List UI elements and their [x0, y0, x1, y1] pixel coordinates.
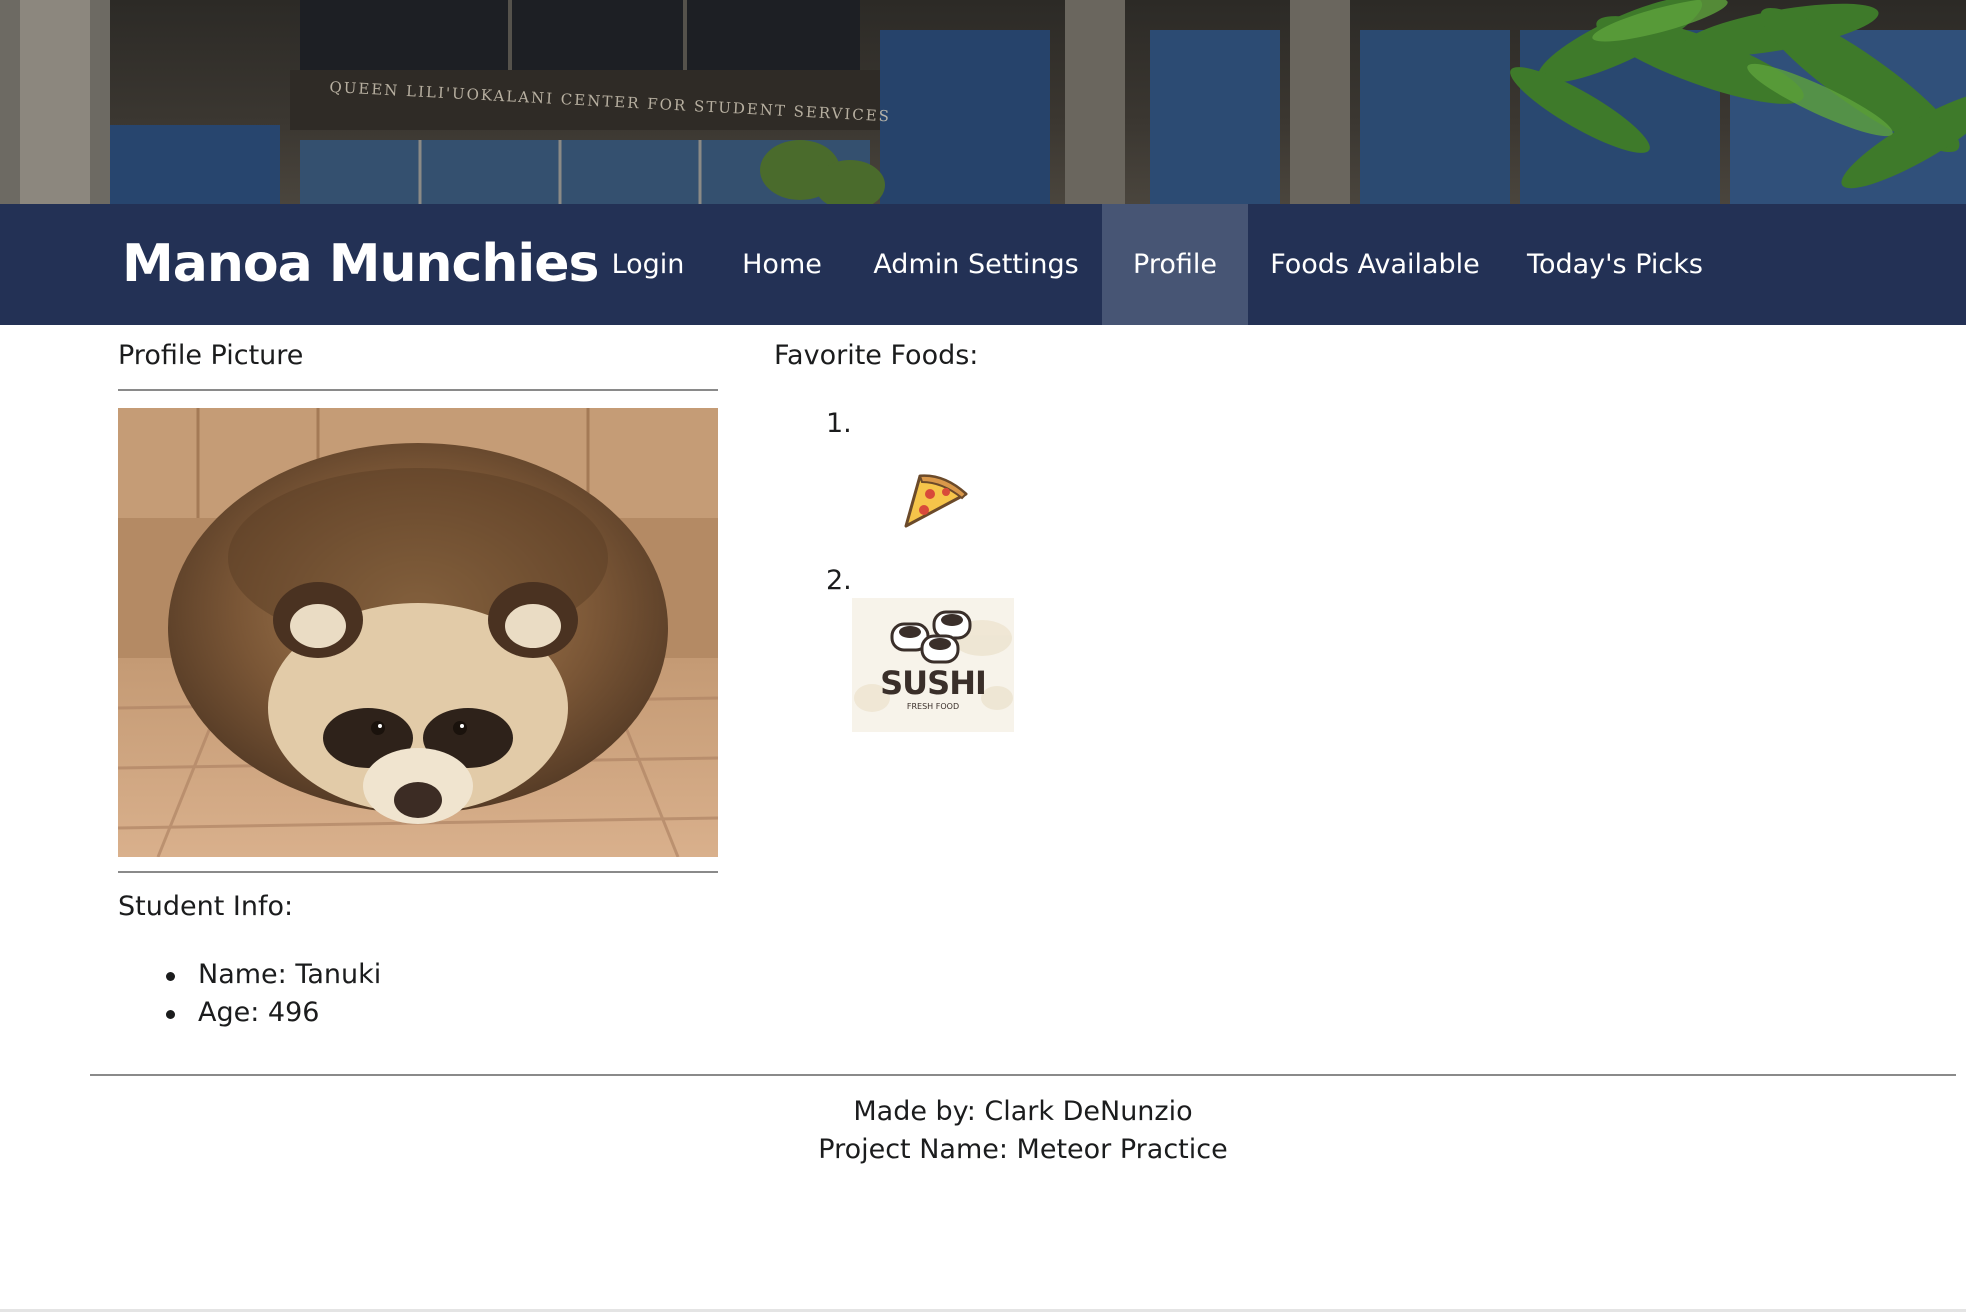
tanuki-illustration	[118, 408, 718, 857]
nav-admin-settings[interactable]: Admin Settings	[866, 204, 1086, 325]
building-illustration	[0, 0, 1966, 204]
favorite-number: 2.	[826, 565, 852, 596]
nav-todays-picks[interactable]: Today's Picks	[1520, 204, 1710, 325]
favorite-foods-heading: Favorite Foods:	[774, 340, 979, 371]
campus-banner-image: QUEEN LILI'UOKALANI CENTER FOR STUDENT S…	[0, 0, 1966, 204]
profile-picture	[118, 408, 718, 857]
footer-project-name: Project Name: Meteor Practice	[818, 1134, 1228, 1165]
info-name: Name: Tanuki	[160, 956, 381, 994]
student-info-heading: Student Info:	[118, 891, 294, 922]
divider	[118, 871, 718, 873]
pizza-slice-icon	[900, 470, 972, 532]
page-root: QUEEN LILI'UOKALANI CENTER FOR STUDENT S…	[0, 0, 1966, 1312]
top-navbar: Manoa Munchies Login Home Admin Settings…	[0, 204, 1966, 325]
nav-login[interactable]: Login	[600, 204, 696, 325]
student-info-list: Name: Tanuki Age: 496	[160, 956, 381, 1032]
profile-picture-heading: Profile Picture	[118, 340, 304, 371]
footer-divider	[90, 1074, 1956, 1076]
info-age: Age: 496	[160, 994, 381, 1032]
brand-title[interactable]: Manoa Munchies	[122, 204, 599, 325]
favorite-number: 1.	[826, 408, 852, 439]
sushi-logo: SUSHI FRESH FOOD	[852, 598, 1014, 732]
nav-foods-available[interactable]: Foods Available	[1262, 204, 1488, 325]
sushi-logo-subtext: FRESH FOOD	[906, 702, 960, 711]
divider	[118, 389, 718, 391]
nav-profile[interactable]: Profile	[1102, 204, 1248, 325]
footer-made-by: Made by: Clark DeNunzio	[853, 1096, 1193, 1127]
nav-home[interactable]: Home	[727, 204, 837, 325]
sushi-logo-text: SUSHI	[880, 664, 987, 702]
